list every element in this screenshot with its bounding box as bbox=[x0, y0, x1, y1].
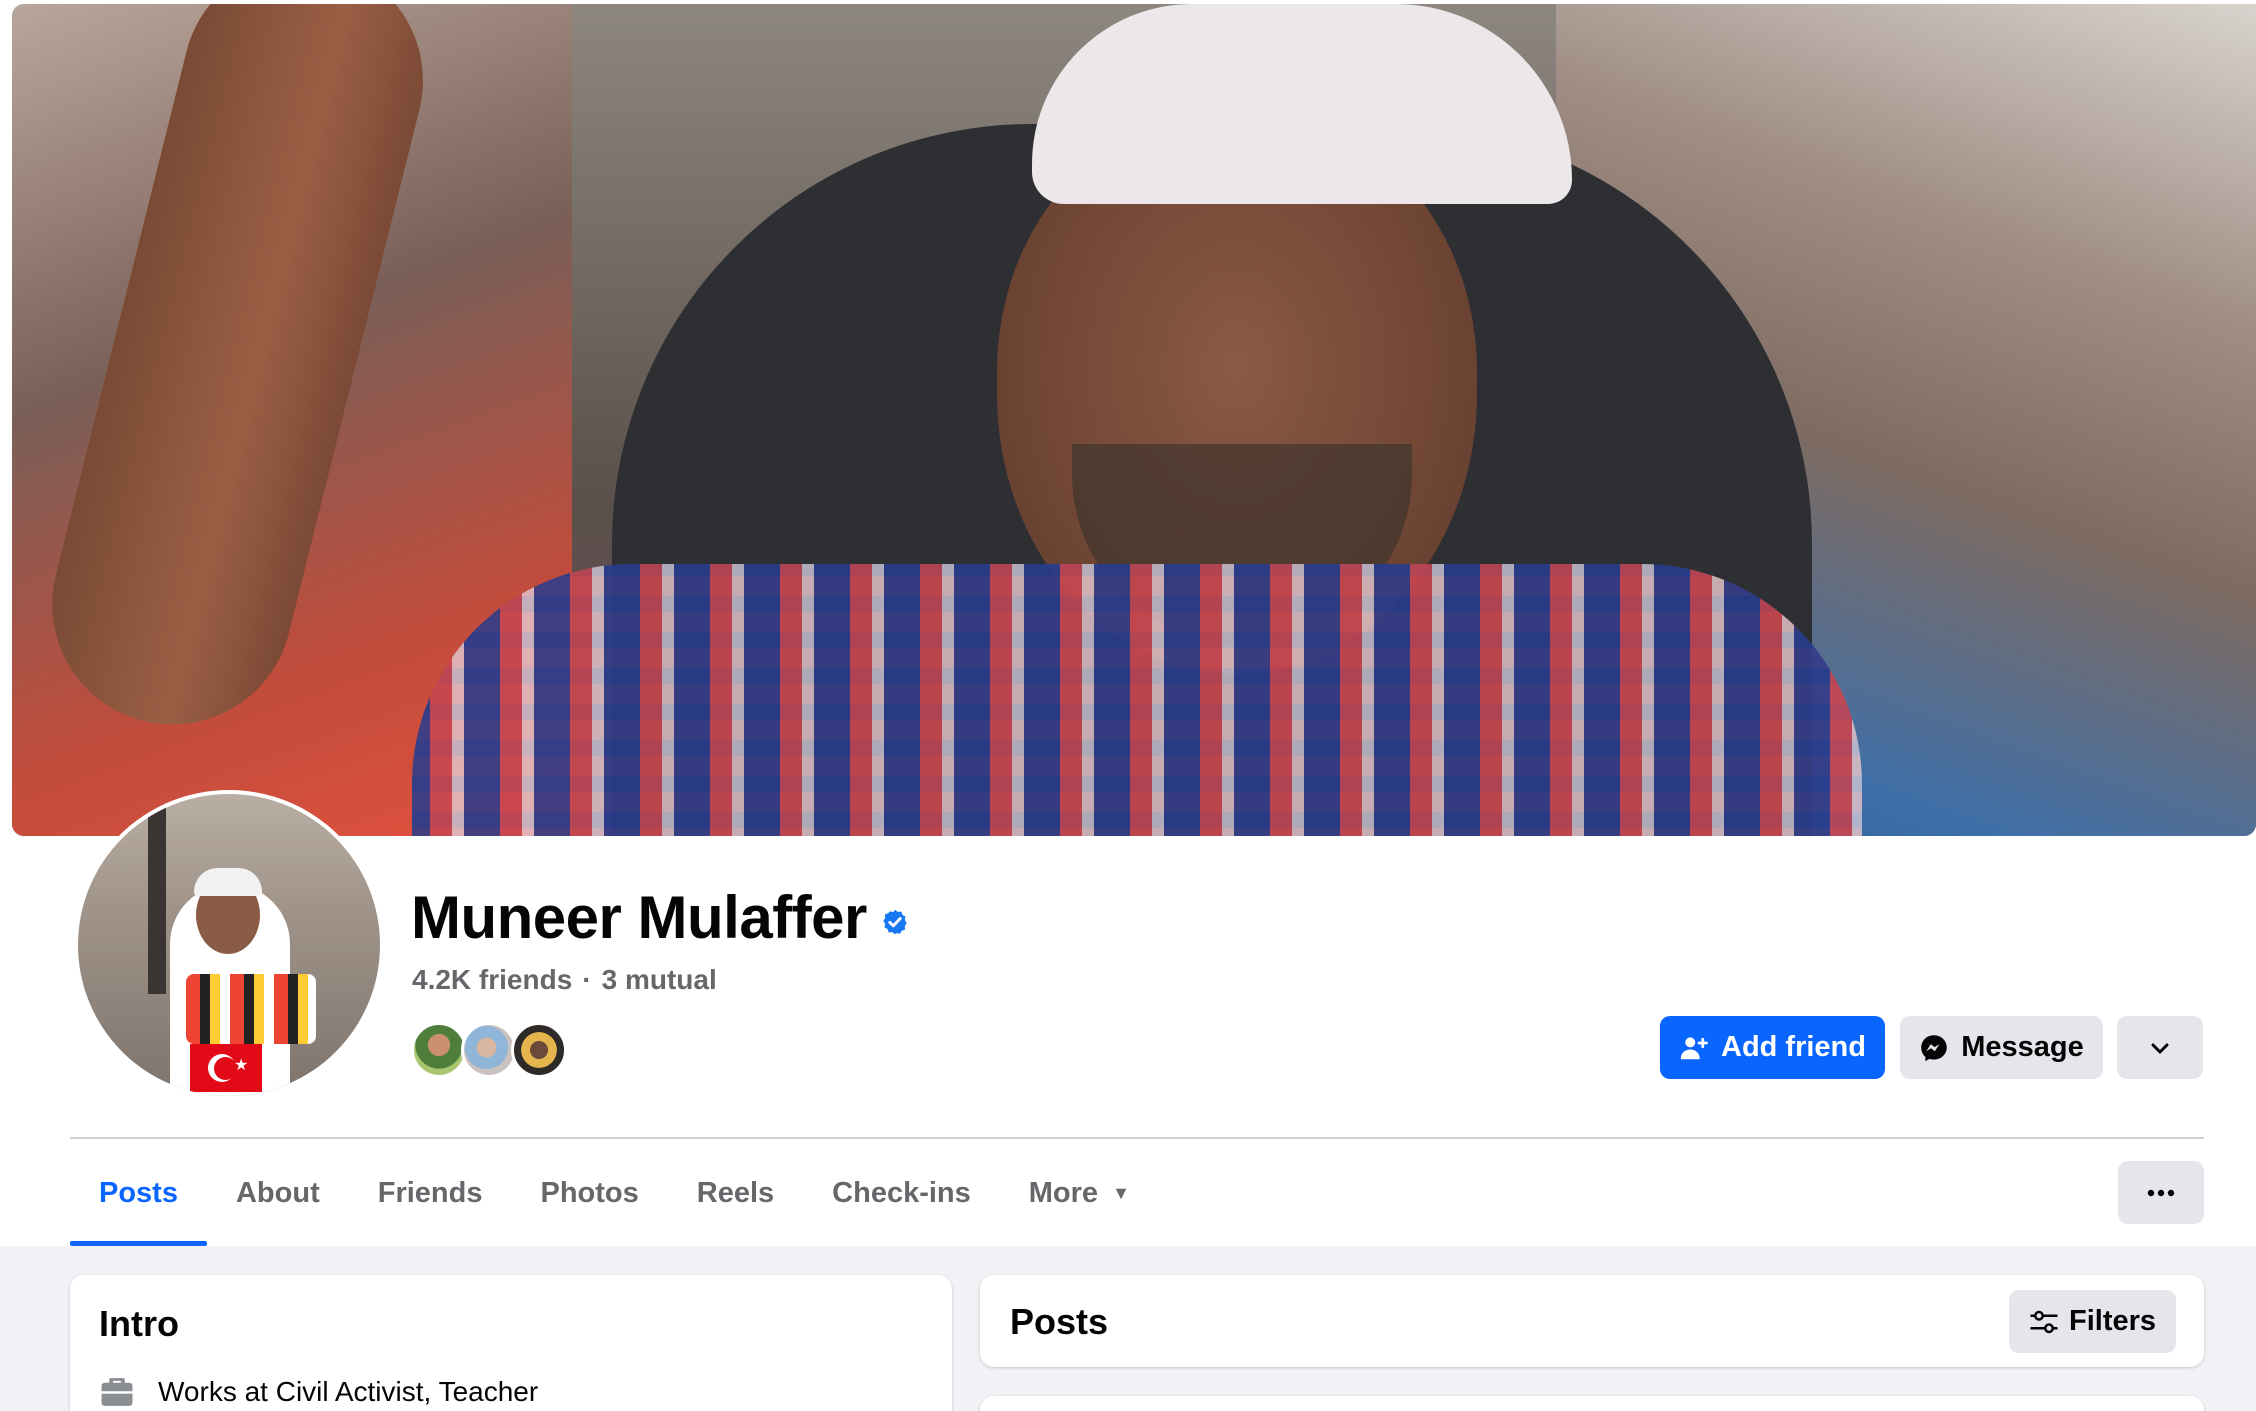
profile-picture[interactable]: ★ bbox=[78, 794, 380, 1096]
caret-down-icon: ▼ bbox=[1112, 1182, 1130, 1203]
mutual-friend-avatar[interactable] bbox=[461, 1022, 517, 1078]
intro-card: Intro Works at Civil Activist, Teacher bbox=[70, 1275, 952, 1411]
profile-tabs: Posts About Friends Photos Reels Check-i… bbox=[70, 1140, 1159, 1246]
intro-title: Intro bbox=[99, 1303, 179, 1344]
intro-work-text: Works at Civil Activist, Teacher bbox=[158, 1376, 539, 1407]
tab-posts[interactable]: Posts bbox=[70, 1140, 207, 1246]
tab-label: Photos bbox=[540, 1176, 639, 1209]
tab-label: Reels bbox=[696, 1176, 775, 1209]
messenger-icon bbox=[1921, 1034, 1947, 1061]
tab-about[interactable]: About bbox=[207, 1140, 349, 1246]
friends-count-line: 4.2K friends · 3 mutual bbox=[412, 964, 717, 996]
mutual-friend-avatar[interactable] bbox=[411, 1022, 467, 1078]
tab-check-ins[interactable]: Check-ins bbox=[803, 1140, 1000, 1246]
tab-label: About bbox=[235, 1176, 320, 1209]
briefcase-icon bbox=[101, 1378, 133, 1406]
filters-icon bbox=[2030, 1310, 2058, 1333]
mutual-friends-count[interactable]: 3 mutual bbox=[602, 964, 717, 995]
tab-more[interactable]: More ▼ bbox=[1000, 1140, 1159, 1246]
add-friend-icon bbox=[1680, 1036, 1708, 1059]
profile-more-dots-button[interactable] bbox=[2118, 1161, 2204, 1224]
tab-label: Friends bbox=[377, 1176, 483, 1209]
post-card bbox=[980, 1396, 2204, 1411]
filters-button[interactable]: Filters bbox=[2009, 1290, 2176, 1353]
add-friend-label: Add friend bbox=[1721, 1031, 1866, 1063]
more-dots-icon bbox=[2147, 1189, 2175, 1196]
message-label: Message bbox=[1961, 1031, 2084, 1063]
message-button[interactable]: Message bbox=[1900, 1016, 2103, 1079]
tab-label: Check-ins bbox=[832, 1176, 971, 1209]
add-friend-button[interactable]: Add friend bbox=[1660, 1016, 1885, 1079]
chevron-down-icon bbox=[2151, 1043, 2169, 1053]
tab-label: Posts bbox=[99, 1176, 178, 1209]
tab-friends[interactable]: Friends bbox=[349, 1140, 512, 1246]
profile-name-row: Muneer Mulaffer bbox=[411, 882, 909, 954]
profile-name: Muneer Mulaffer bbox=[411, 884, 867, 951]
header-divider bbox=[70, 1137, 2204, 1139]
posts-title: Posts bbox=[1010, 1301, 1109, 1342]
posts-header-card: Posts Filters bbox=[980, 1275, 2204, 1367]
intro-work-row: Works at Civil Activist, Teacher bbox=[98, 1375, 538, 1409]
tab-label: More bbox=[1028, 1176, 1099, 1209]
tab-reels[interactable]: Reels bbox=[668, 1140, 803, 1246]
friends-count[interactable]: 4.2K friends bbox=[412, 964, 572, 995]
mutual-friend-avatar[interactable] bbox=[511, 1022, 567, 1078]
cover-photo[interactable] bbox=[12, 4, 2256, 836]
separator-dot: · bbox=[582, 964, 592, 995]
mutual-friends-avatars[interactable] bbox=[411, 1022, 571, 1078]
verified-badge-icon bbox=[883, 909, 907, 935]
filters-label: Filters bbox=[2068, 1305, 2157, 1337]
tab-photos[interactable]: Photos bbox=[511, 1140, 667, 1246]
more-options-button[interactable] bbox=[2117, 1016, 2203, 1079]
